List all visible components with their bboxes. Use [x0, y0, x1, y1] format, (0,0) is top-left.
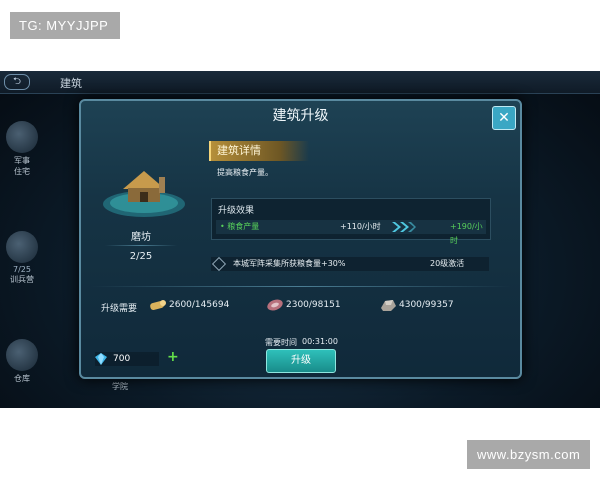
side-item-barracks-level: 7/25 [13, 265, 31, 274]
gem-icon [95, 353, 107, 365]
effect-next: +190/小时 [450, 222, 483, 245]
residence-icon [6, 121, 38, 153]
barracks-icon [6, 231, 38, 263]
back-button[interactable]: ⮌ [4, 74, 30, 90]
requirement-meat: 2300/98151 [266, 297, 356, 313]
diamond-icon [211, 256, 227, 272]
top-bar: ⮌ 建筑 [0, 71, 600, 94]
side-item-barracks-label: 训兵营 [10, 275, 34, 284]
requirement-wood: 2600/145694 [149, 297, 241, 313]
upgrade-button[interactable]: 升级 [266, 349, 336, 373]
side-item-warehouse-label: 仓库 [14, 374, 30, 383]
building-name: 磨坊 [131, 232, 151, 243]
mill-building-icon [103, 171, 185, 217]
background-title: 建筑 [60, 77, 82, 90]
meat-value: 2300/98151 [286, 300, 341, 310]
detail-heading: 建筑详情 [209, 141, 309, 161]
close-button[interactable]: ✕ [492, 106, 516, 130]
time-label: 需要时间 [265, 338, 297, 347]
stone-value: 4300/99357 [399, 300, 454, 310]
stone-icon [381, 300, 396, 311]
divider [91, 286, 511, 287]
time-value: 00:31:00 [302, 337, 338, 346]
gem-value: 700 [113, 354, 131, 364]
side-item-barracks[interactable]: 7/25 训兵营 [2, 231, 42, 285]
side-item-residence[interactable]: 军事 住宅 [2, 121, 42, 177]
side-item-warehouse[interactable]: 仓库 [2, 339, 42, 384]
unlock-text: 本城军阵采集所获粮食量+30% [233, 259, 346, 268]
wood-value: 2600/145694 [169, 300, 230, 310]
requirements-label: 升级需要 [101, 304, 138, 314]
unlock-row: 本城军阵采集所获粮食量+30% 20级激活 [211, 256, 489, 272]
effect-name: • 粮食产量 [220, 222, 260, 231]
academy-label: 学院 [112, 382, 128, 391]
watermark-top: TG: MYYJJPP [10, 12, 120, 39]
wood-icon [150, 300, 166, 311]
unlock-level: 20级激活 [430, 259, 465, 268]
building-level: 2/25 [129, 251, 153, 262]
effect-title: 升级效果 [218, 206, 255, 216]
divider [105, 245, 177, 246]
building-upgrade-dialog: 建筑升级 ✕ 磨坊 2/25 建筑详情 提高粮食产量。 升级效果 • 粮食产量 … [79, 99, 522, 379]
dialog-title: 建筑升级 [272, 108, 329, 124]
gem-balance: 700 + [95, 349, 179, 366]
effect-current: +110/小时 [340, 222, 381, 231]
effect-row: • 粮食产量 +110/小时 +190/小时 [216, 220, 486, 245]
meat-icon [267, 299, 283, 311]
detail-description: 提高粮食产量。 [217, 168, 273, 177]
add-gems-button[interactable]: + [167, 349, 179, 365]
upgrade-effect-box: 升级效果 • 粮食产量 +110/小时 +190/小时 [211, 198, 491, 245]
side-item-residence-sub: 住宅 [14, 167, 30, 176]
game-screen: ⮌ 建筑 军事 住宅 7/25 训兵营 仓库 学院 建筑升级 ✕ 磨坊 2/25… [0, 71, 600, 408]
warehouse-icon [6, 339, 38, 371]
double-chevron-icon [392, 222, 416, 232]
side-item-residence-label: 军事 [14, 156, 30, 165]
watermark-bottom: www.bzysm.com [467, 440, 590, 469]
requirement-stone: 4300/99357 [379, 297, 469, 313]
